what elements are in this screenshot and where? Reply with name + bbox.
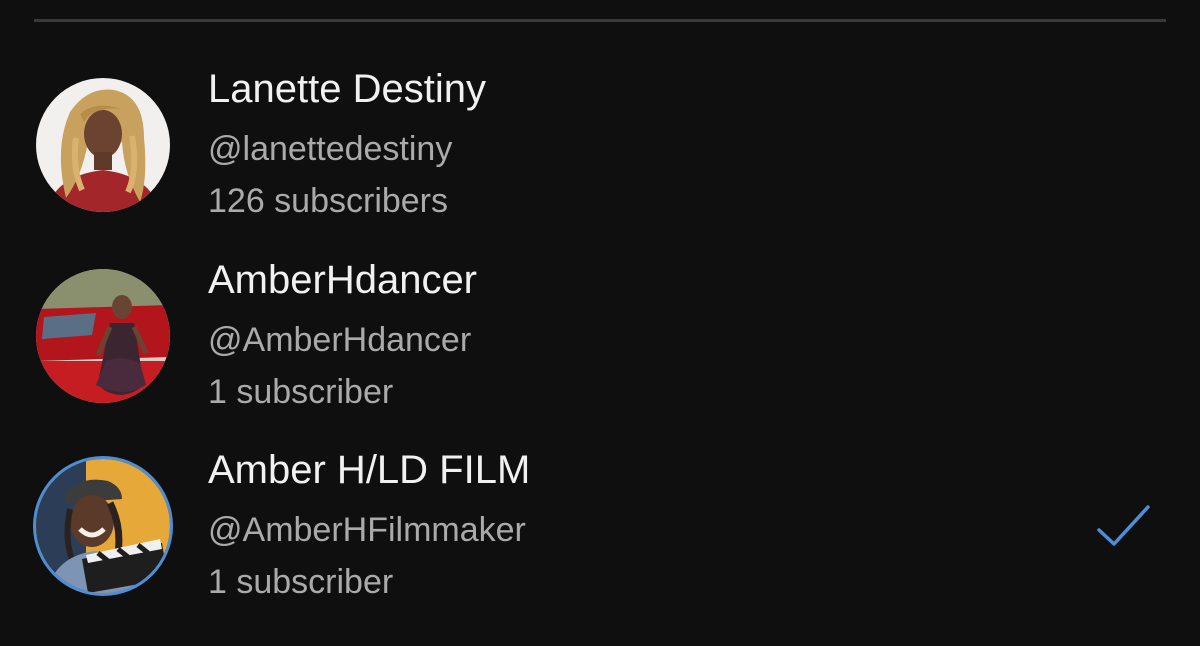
account-row-lanette-destiny[interactable]: Lanette Destiny @lanettedestiny 126 subs… — [0, 45, 1200, 235]
avatar — [36, 78, 170, 212]
account-info: Amber H/LD FILM @AmberHFilmmaker 1 subsc… — [208, 446, 530, 602]
avatar — [36, 269, 170, 403]
top-divider — [34, 19, 1166, 22]
account-row-amber-hld-film[interactable]: Amber H/LD FILM @AmberHFilmmaker 1 subsc… — [0, 426, 1200, 616]
account-row-amberhdancer[interactable]: AmberHdancer @AmberHdancer 1 subscriber — [0, 236, 1200, 426]
subscriber-count: 126 subscribers — [208, 182, 449, 220]
account-info: Lanette Destiny @lanettedestiny 126 subs… — [208, 65, 486, 221]
account-info: AmberHdancer @AmberHdancer 1 subscriber — [208, 256, 477, 412]
channel-name: AmberHdancer — [208, 258, 478, 302]
channel-name: Lanette Destiny — [208, 67, 486, 111]
avatar — [36, 459, 170, 593]
subscriber-count: 1 subscriber — [208, 373, 394, 411]
channel-handle: @AmberHdancer — [208, 321, 472, 359]
checkmark-icon — [1097, 505, 1150, 546]
channel-handle: @lanettedestiny — [208, 130, 453, 168]
channel-handle: @AmberHFilmmaker — [208, 511, 526, 549]
subscriber-count: 1 subscriber — [208, 563, 394, 601]
channel-name: Amber H/LD FILM — [208, 448, 531, 492]
